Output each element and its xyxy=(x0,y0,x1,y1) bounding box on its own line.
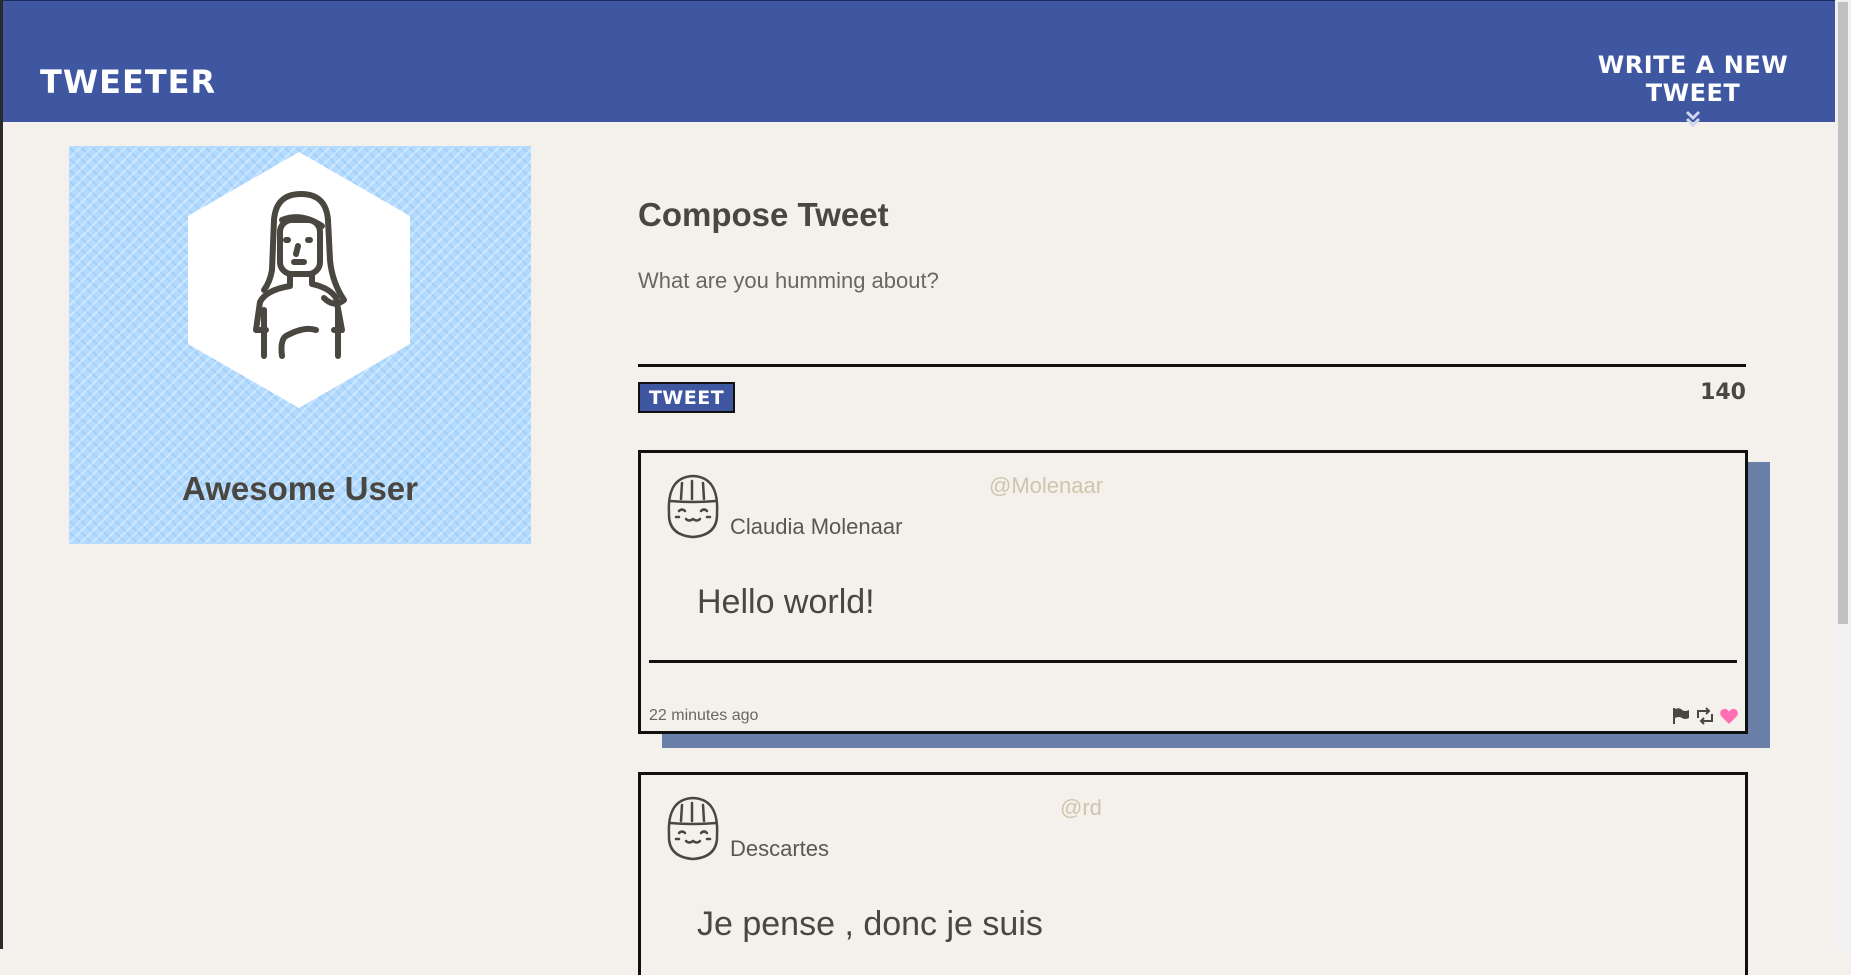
tweet-timestamp: 22 minutes ago xyxy=(649,707,759,724)
top-navbar: Tweeter Write a new tweet xyxy=(3,0,1835,128)
compose-title: Compose Tweet xyxy=(638,196,889,233)
tweet-submit-button[interactable]: Tweet xyxy=(638,382,735,413)
scrollbar-thumb[interactable] xyxy=(1838,2,1848,624)
tweet-avatar-icon xyxy=(667,474,719,539)
flag-icon[interactable] xyxy=(1671,706,1691,726)
page-scrollbar[interactable] xyxy=(1835,0,1851,949)
tweet-author-name: Claudia Molenaar xyxy=(730,514,903,539)
brand-logo[interactable]: Tweeter xyxy=(40,63,216,101)
write-new-tweet-toggle[interactable]: Write a new tweet xyxy=(1563,51,1823,129)
window-border xyxy=(0,0,3,949)
tweet-divider xyxy=(649,660,1737,663)
tweet-author-name: Descartes xyxy=(730,836,830,861)
heart-icon[interactable] xyxy=(1719,706,1739,726)
user-avatar-icon xyxy=(253,191,347,359)
avatar-hexagon xyxy=(188,152,410,408)
tweet-actions xyxy=(1671,706,1739,726)
tweet-handle[interactable]: @Molenaar xyxy=(989,473,1103,499)
profile-name: Awesome User xyxy=(181,470,418,507)
write-new-tweet-label: Write a new tweet xyxy=(1597,51,1789,107)
double-chevron-down-icon xyxy=(1685,110,1701,128)
tweet-card[interactable]: @Molenaar Claudia Molenaar Hello world! … xyxy=(638,450,1748,734)
tweet-handle[interactable]: @rd xyxy=(1060,795,1102,821)
tweet-text-input[interactable] xyxy=(638,268,1746,367)
tweet-avatar-icon xyxy=(667,796,719,861)
character-counter: 140 xyxy=(1700,380,1746,405)
tweet-card[interactable]: @rd Descartes Je pense , donc je suis xyxy=(638,772,1748,975)
retweet-icon[interactable] xyxy=(1695,706,1715,726)
profile-card: Awesome User xyxy=(69,146,531,544)
tweet-text: Hello world! xyxy=(697,583,875,621)
tweet-text: Je pense , donc je suis xyxy=(697,905,1043,943)
